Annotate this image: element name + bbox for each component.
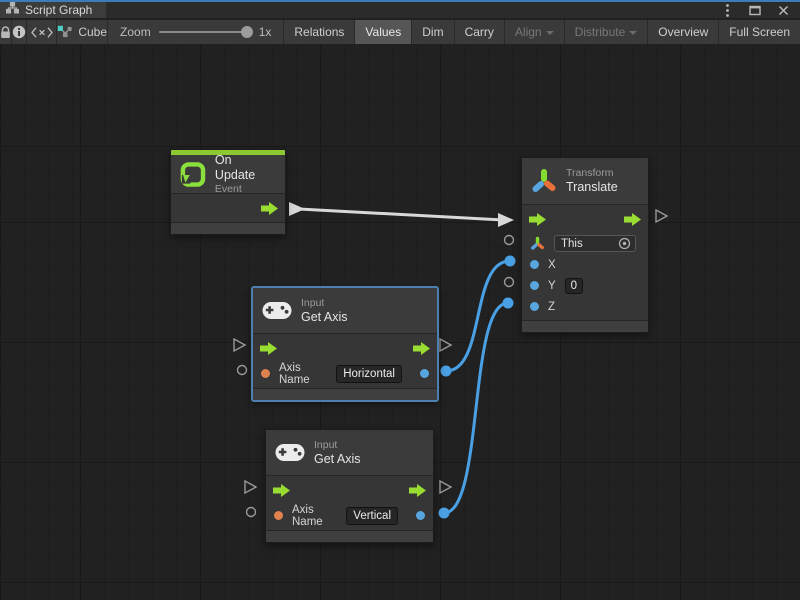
param-label: Axis Name (279, 362, 327, 386)
node-translate[interactable]: Transform Translate (521, 157, 649, 333)
axis-name-field[interactable]: Vertical (346, 507, 398, 525)
toolbar-button-align[interactable]: Align (504, 20, 564, 44)
maximize-button[interactable] (748, 3, 762, 17)
graph-toolbar: Cube Zoom 1x Relations Values Dim Carry … (0, 20, 800, 44)
value-port-y[interactable] (530, 281, 539, 290)
node-header: On Update Event (171, 155, 285, 193)
lock-icon (0, 26, 11, 39)
node-footer (171, 222, 285, 234)
node-category: Transform (566, 167, 618, 180)
code-view-button[interactable] (27, 20, 57, 44)
zoom-level: 1x (259, 25, 272, 39)
toolbar-button-distribute[interactable]: Distribute (564, 20, 648, 44)
target-object-field[interactable]: This (554, 235, 636, 252)
gamepad-icon (275, 443, 305, 462)
zoom-slider[interactable] (159, 31, 251, 33)
node-header: Input Get Axis (253, 288, 437, 333)
toolbar-button-relations[interactable]: Relations (283, 20, 354, 44)
value-in-marker[interactable] (247, 508, 256, 517)
zoom-label: Zoom (120, 25, 151, 39)
zoom-control: Zoom 1x (108, 20, 283, 44)
flow-wire[interactable] (289, 202, 514, 227)
script-graph-window: Script Graph (0, 0, 800, 600)
node-title: Get Axis (314, 452, 361, 467)
node-title: Translate (566, 180, 618, 195)
node-footer (522, 320, 648, 332)
value-port-axis-name[interactable] (261, 369, 270, 378)
flow-input-port[interactable] (273, 484, 290, 497)
window-menu-button[interactable] (720, 3, 734, 17)
axis-name-field[interactable]: Horizontal (336, 365, 402, 383)
value-in-marker[interactable] (505, 236, 514, 245)
graph-tab-icon (6, 1, 19, 19)
loop-event-icon (180, 161, 206, 188)
value-port-axis-name[interactable] (274, 511, 283, 520)
node-subtitle: Event (215, 183, 273, 196)
flow-in-marker[interactable] (234, 339, 245, 351)
value-port-z[interactable] (530, 302, 539, 311)
port-label-x: X (548, 259, 556, 271)
node-graph-icon (57, 25, 72, 39)
lock-button[interactable] (0, 20, 12, 44)
port-label-z: Z (548, 301, 555, 313)
toolbar-button-values[interactable]: Values (354, 20, 411, 44)
close-button[interactable] (776, 3, 790, 17)
inspect-button[interactable] (12, 20, 27, 44)
value-in-marker[interactable] (505, 278, 514, 287)
node-header: Transform Translate (522, 158, 648, 204)
toolbar-button-overview[interactable]: Overview (647, 20, 718, 44)
y-value-field[interactable]: 0 (565, 278, 583, 294)
title-bar: Script Graph (0, 0, 800, 18)
value-in-marker[interactable] (238, 366, 247, 375)
script-graph-tab[interactable]: Script Graph (0, 2, 106, 18)
transform-port-icon[interactable] (530, 236, 545, 251)
node-title: On Update (215, 153, 273, 183)
node-header: Input Get Axis (266, 430, 433, 475)
value-port-x[interactable] (530, 260, 539, 269)
transform-icon (531, 168, 557, 194)
flow-output-port[interactable] (261, 202, 278, 215)
toolbar-button-carry[interactable]: Carry (454, 20, 504, 44)
flow-input-port[interactable] (260, 342, 277, 355)
info-icon (12, 25, 26, 39)
node-category: Input (314, 439, 361, 452)
flow-out-marker[interactable] (440, 481, 451, 493)
window-controls (720, 2, 800, 18)
node-on-update[interactable]: On Update Event (170, 149, 286, 235)
node-footer (266, 530, 433, 542)
flow-in-marker[interactable] (245, 481, 256, 493)
gamepad-icon (262, 301, 292, 320)
value-wire-horizontal[interactable] (441, 256, 516, 377)
node-title: Get Axis (301, 310, 348, 325)
chevron-down-icon (546, 31, 554, 35)
value-output-port[interactable] (416, 511, 425, 520)
node-category: Input (301, 297, 348, 310)
chevron-down-icon (629, 31, 637, 35)
flow-out-marker[interactable] (656, 210, 667, 222)
toolbar-button-dim[interactable]: Dim (411, 20, 453, 44)
graph-target[interactable]: Cube (57, 20, 108, 44)
tab-title: Script Graph (25, 3, 92, 17)
param-label: Axis Name (292, 504, 337, 528)
flow-output-port[interactable] (624, 213, 641, 226)
toolbar-button-fullscreen[interactable]: Full Screen (718, 20, 800, 44)
node-footer (253, 388, 437, 400)
graph-target-label: Cube (78, 25, 107, 39)
flow-input-port[interactable] (529, 213, 546, 226)
flow-out-marker[interactable] (440, 339, 451, 351)
graph-canvas[interactable]: On Update Event (0, 44, 800, 600)
flow-output-port[interactable] (413, 342, 430, 355)
object-picker-icon[interactable] (618, 237, 631, 250)
toolbar-buttons: Relations Values Dim Carry Align Distrib… (283, 20, 800, 44)
code-brackets-icon (31, 27, 53, 38)
node-get-axis-vertical[interactable]: Input Get Axis Axis Name Vertical (265, 429, 434, 543)
flow-output-port[interactable] (409, 484, 426, 497)
node-get-axis-horizontal[interactable]: Input Get Axis Axis Name Horizontal (252, 287, 438, 401)
value-output-port[interactable] (420, 369, 429, 378)
target-object-value: This (561, 238, 583, 250)
port-label-y: Y (548, 280, 556, 292)
zoom-slider-handle[interactable] (241, 26, 253, 38)
